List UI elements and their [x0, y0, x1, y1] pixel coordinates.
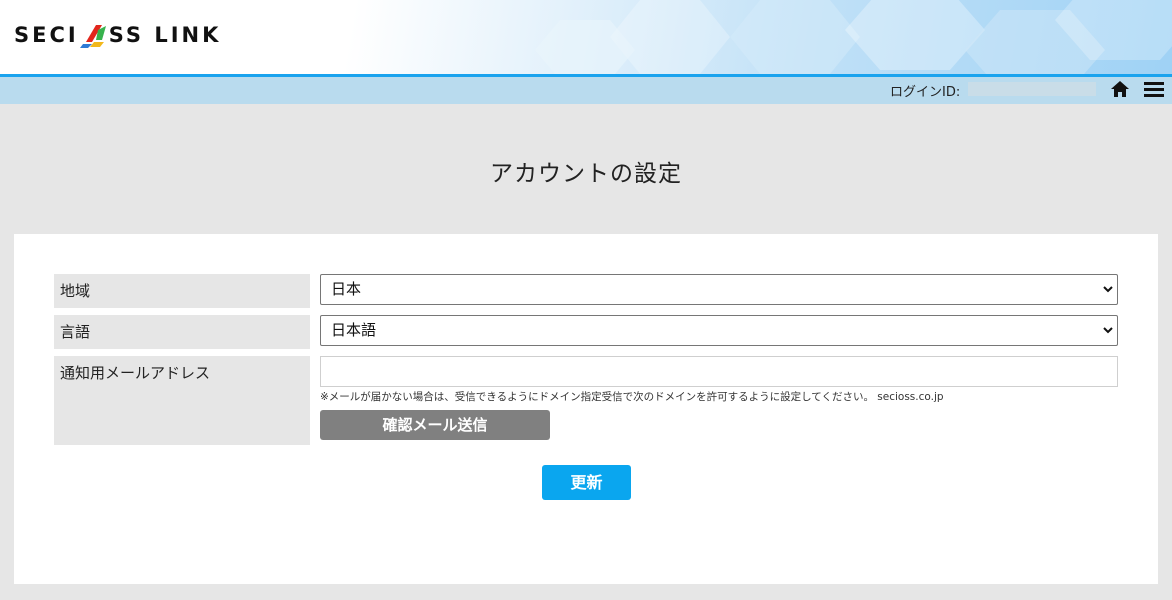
region-select-value: 日本: [331, 280, 362, 298]
menu-icon[interactable]: [1144, 82, 1166, 98]
send-confirmation-email-button[interactable]: 確認メール送信: [320, 410, 550, 440]
email-label: 通知用メールアドレス: [54, 356, 310, 445]
app-header: SECI SS LINK: [0, 0, 1172, 74]
logo-mark-icon: [79, 25, 106, 48]
logo: SECI SS LINK: [14, 22, 221, 48]
chevron-down-icon: [1103, 327, 1113, 334]
email-domain-note: ※メールが届かない場合は、受信できるようにドメイン指定受信で次のドメインを許可す…: [320, 391, 944, 403]
login-id-label: ログインID:: [890, 85, 961, 100]
region-label: 地域: [54, 274, 310, 308]
page-title: アカウントの設定: [490, 161, 682, 187]
language-label: 言語: [54, 315, 310, 349]
chevron-down-icon: [1103, 286, 1113, 293]
language-select-value: 日本語: [331, 321, 377, 339]
email-field[interactable]: [320, 356, 1118, 387]
login-id-value: [968, 82, 1096, 96]
logo-text-right: SS LINK: [108, 23, 222, 47]
logo-text-left: SECI: [14, 23, 79, 47]
update-button[interactable]: 更新: [542, 465, 631, 500]
home-icon[interactable]: [1110, 80, 1130, 98]
language-select[interactable]: 日本語: [320, 315, 1118, 346]
region-select[interactable]: 日本: [320, 274, 1118, 305]
